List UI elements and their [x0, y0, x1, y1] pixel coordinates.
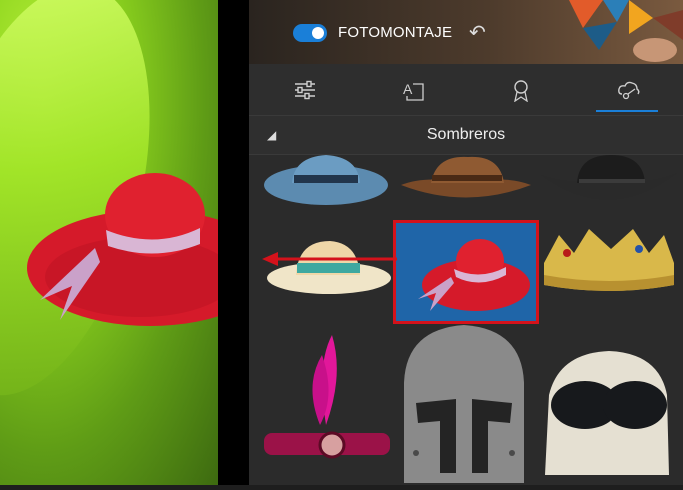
sticker-pink-feather-headband[interactable] [254, 325, 394, 475]
section-header-sombreros[interactable]: ◢ Sombreros [249, 116, 683, 155]
pink-feather-headband-image [264, 335, 390, 459]
text-icon: A [403, 81, 424, 101]
sticker-aviator-helmet-goggles[interactable] [539, 345, 679, 485]
ribbon-icon [514, 79, 528, 102]
sticker-straw-hat[interactable] [254, 223, 394, 321]
sticker-gold-crown[interactable] [539, 223, 679, 321]
sliders-icon [295, 80, 315, 99]
undo-icon[interactable]: ↶ [469, 20, 486, 45]
placed-red-hat-sticker[interactable] [27, 173, 218, 326]
section-title: Sombreros [426, 126, 506, 143]
cloud-draw-icon [618, 81, 640, 99]
window-divider [218, 0, 249, 485]
tab-badge[interactable] [467, 64, 575, 115]
editor-panel: FOTOMONTAJE ↶ A ◢ Sombreros [249, 0, 683, 485]
drag-arrow-indicator [262, 252, 397, 266]
black-cowboy-hat-image [541, 155, 677, 200]
sticker-grid [249, 155, 683, 485]
svg-text:A: A [403, 81, 413, 97]
photomontage-toggle[interactable] [293, 24, 327, 42]
gold-crown-image [544, 229, 674, 291]
blue-fedora-image [264, 155, 388, 205]
tab-text[interactable]: A [359, 64, 467, 115]
tangram-banner-image [569, 0, 683, 62]
photo-canvas[interactable] [0, 0, 218, 485]
tab-stickers[interactable] [575, 64, 683, 115]
sticker-knight-helmet[interactable] [396, 323, 536, 483]
knight-helmet-image [404, 325, 524, 483]
tab-adjustments[interactable] [251, 64, 359, 115]
mode-banner: FOTOMONTAJE ↶ [249, 0, 683, 64]
mode-label: FOTOMONTAJE [338, 24, 453, 41]
red-sun-hat-image [418, 239, 530, 311]
toggle-knob [312, 27, 324, 39]
tool-tabs: A [249, 64, 683, 116]
brown-cowboy-hat-image [401, 156, 531, 198]
aviator-helmet-goggles-image [545, 351, 669, 475]
sticker-red-sun-hat-selected[interactable] [393, 220, 539, 324]
